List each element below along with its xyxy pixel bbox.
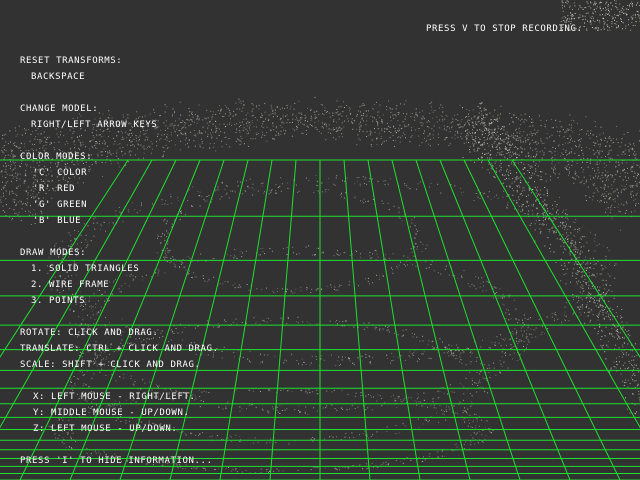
model-title: CHANGE MODEL: xyxy=(20,104,99,114)
color-mode-item: 'B' BLUE xyxy=(33,216,82,226)
hide-info-hint: PRESS 'I' TO HIDE INFORMATION... xyxy=(20,456,213,466)
draw-modes-title: DRAW MODES: xyxy=(20,248,87,258)
reset-key: BACKSPACE xyxy=(31,72,86,82)
reset-title: RESET TRANSFORMS: xyxy=(20,56,123,66)
axis-hint: Y: MIDDLE MOUSE - UP/DOWN. xyxy=(33,408,190,418)
color-mode-item: 'G' GREEN xyxy=(33,200,88,210)
axis-hint: Z: LEFT MOUSE - UP/DOWN. xyxy=(33,424,178,434)
color-mode-item: 'R' RED xyxy=(33,184,76,194)
recording-notice: PRESS V TO STOP RECORDING. xyxy=(426,24,583,34)
rotate-hint: ROTATE: CLICK AND DRAG. xyxy=(20,328,159,338)
model-key: RIGHT/LEFT ARROW KEYS xyxy=(31,120,158,130)
draw-mode-item: 3. POINTS xyxy=(31,296,86,306)
scale-hint: SCALE: SHIFT + CLICK AND DRAG. xyxy=(20,360,201,370)
color-modes-title: COLOR MODES: xyxy=(20,152,93,162)
axis-hint: X: LEFT MOUSE - RIGHT/LEFT. xyxy=(33,392,196,402)
draw-mode-item: 2. WIRE FRAME xyxy=(31,280,110,290)
draw-mode-item: 1. SOLID TRIANGLES xyxy=(31,264,140,274)
translate-hint: TRANSLATE: CTRL + CLICK AND DRAG. xyxy=(20,344,219,354)
color-mode-item: 'C' COLOR xyxy=(33,168,88,178)
